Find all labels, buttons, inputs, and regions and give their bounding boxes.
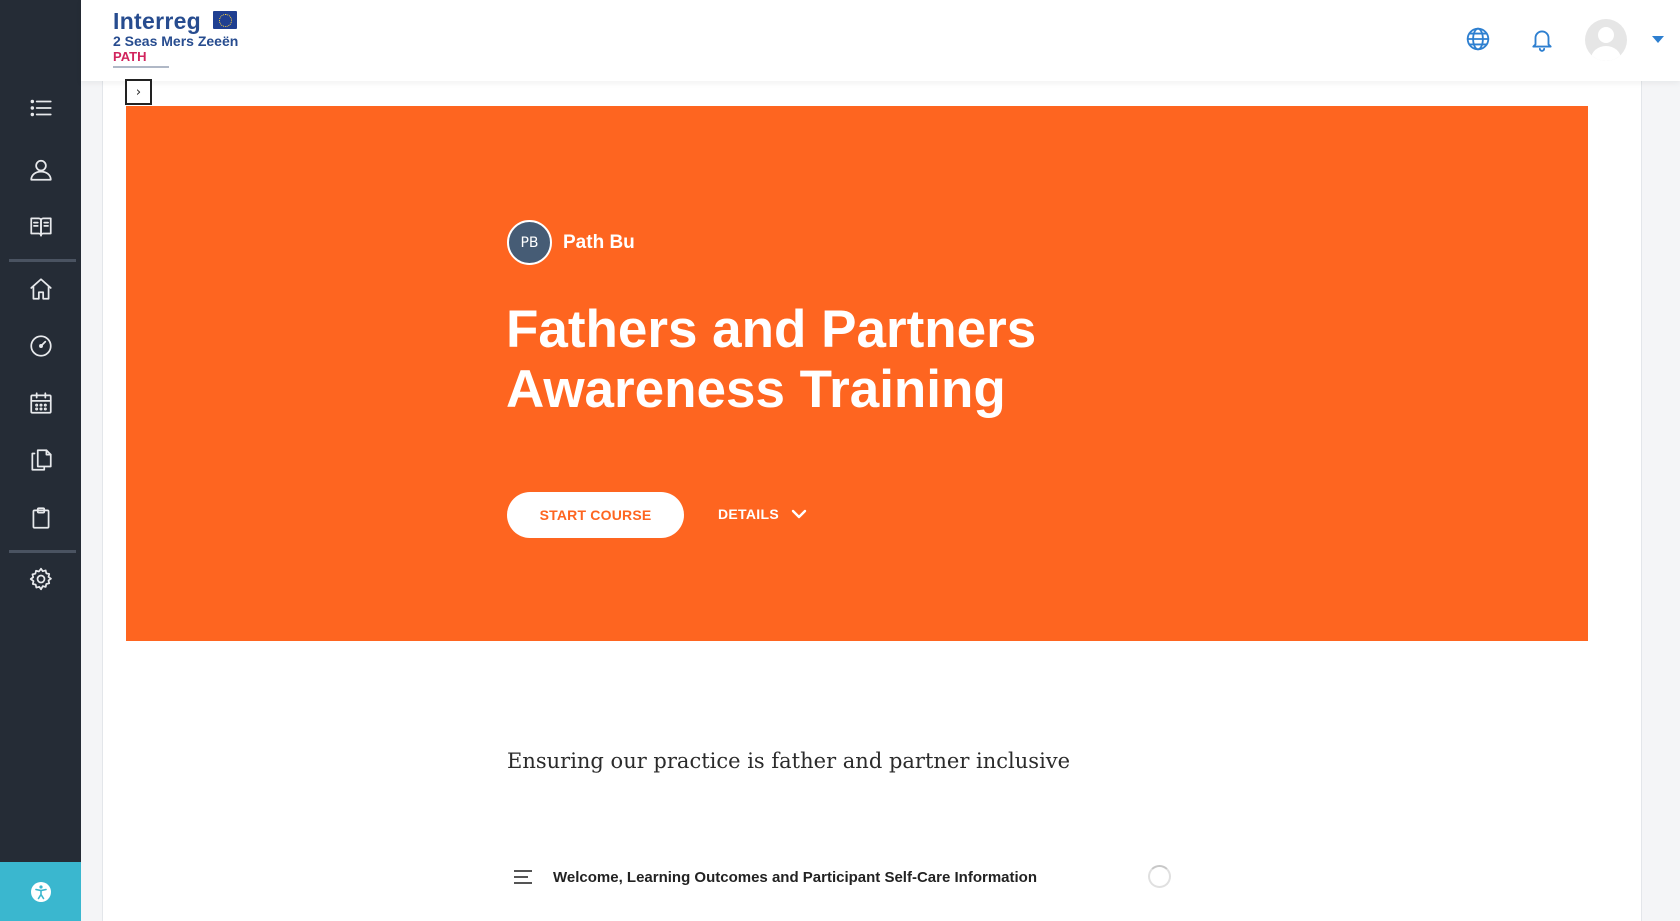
completion-status-icon (1148, 865, 1171, 888)
chevron-down-icon[interactable] (1652, 36, 1664, 43)
list-icon (30, 99, 52, 117)
author-name: Path Bu (563, 231, 635, 253)
notifications-button[interactable] (1527, 24, 1557, 54)
section-lines-icon (512, 868, 534, 886)
logo-text: Interreg (113, 8, 202, 34)
sidebar-item-dashboard[interactable] (0, 322, 81, 370)
sidebar-item-private-files[interactable] (0, 436, 81, 484)
sidebar-divider (9, 550, 76, 553)
accessibility-icon (30, 881, 51, 902)
logo-tagline (113, 66, 169, 68)
bell-icon (1532, 30, 1552, 52)
gear-icon (29, 567, 52, 591)
user-avatar[interactable] (1585, 19, 1627, 61)
sidebar-item-grades[interactable] (0, 203, 81, 251)
clipboard-icon (32, 507, 49, 529)
sidebar-item-course-index[interactable] (0, 84, 81, 132)
language-button[interactable] (1463, 24, 1493, 54)
book-icon (29, 217, 52, 237)
dashboard-icon (29, 335, 52, 357)
sidebar-item-settings[interactable] (0, 555, 81, 603)
course-title: Fathers and Partners Awareness Training (506, 300, 1037, 419)
eu-flag-icon (213, 11, 237, 29)
start-course-button[interactable]: START COURSE (507, 492, 684, 538)
sidebar-divider (9, 259, 76, 262)
globe-icon (1466, 27, 1490, 51)
calendar-icon (29, 392, 52, 414)
home-icon (29, 278, 52, 300)
logo-project: PATH (113, 49, 147, 64)
author-avatar: PB (507, 220, 552, 265)
logo-subtitle: 2 Seas Mers Zeeën (113, 33, 239, 49)
details-label: DETAILS (718, 506, 779, 522)
chevron-down-icon (791, 509, 807, 519)
accessibility-button[interactable] (0, 862, 81, 921)
course-section[interactable]: Welcome, Learning Outcomes and Participa… (512, 862, 1172, 892)
site-logo[interactable]: Interreg 2 Seas Mers Zeeën PATH (103, 6, 241, 72)
open-course-index-button[interactable]: › (125, 79, 152, 105)
sidebar-item-home[interactable] (0, 265, 81, 313)
course-summary: Ensuring our practice is father and part… (507, 749, 1071, 773)
details-button[interactable]: DETAILS (718, 506, 807, 522)
section-title[interactable]: Welcome, Learning Outcomes and Participa… (553, 869, 1037, 886)
sidebar-item-participants[interactable] (0, 146, 81, 194)
left-sidebar (0, 0, 81, 921)
participants-icon (29, 159, 52, 181)
course-author[interactable]: PB Path Bu (507, 220, 635, 265)
sidebar-item-calendar[interactable] (0, 379, 81, 427)
sidebar-item-content-bank[interactable] (0, 494, 81, 542)
files-icon (30, 449, 52, 471)
top-header: Interreg 2 Seas Mers Zeeën PATH (81, 0, 1680, 81)
